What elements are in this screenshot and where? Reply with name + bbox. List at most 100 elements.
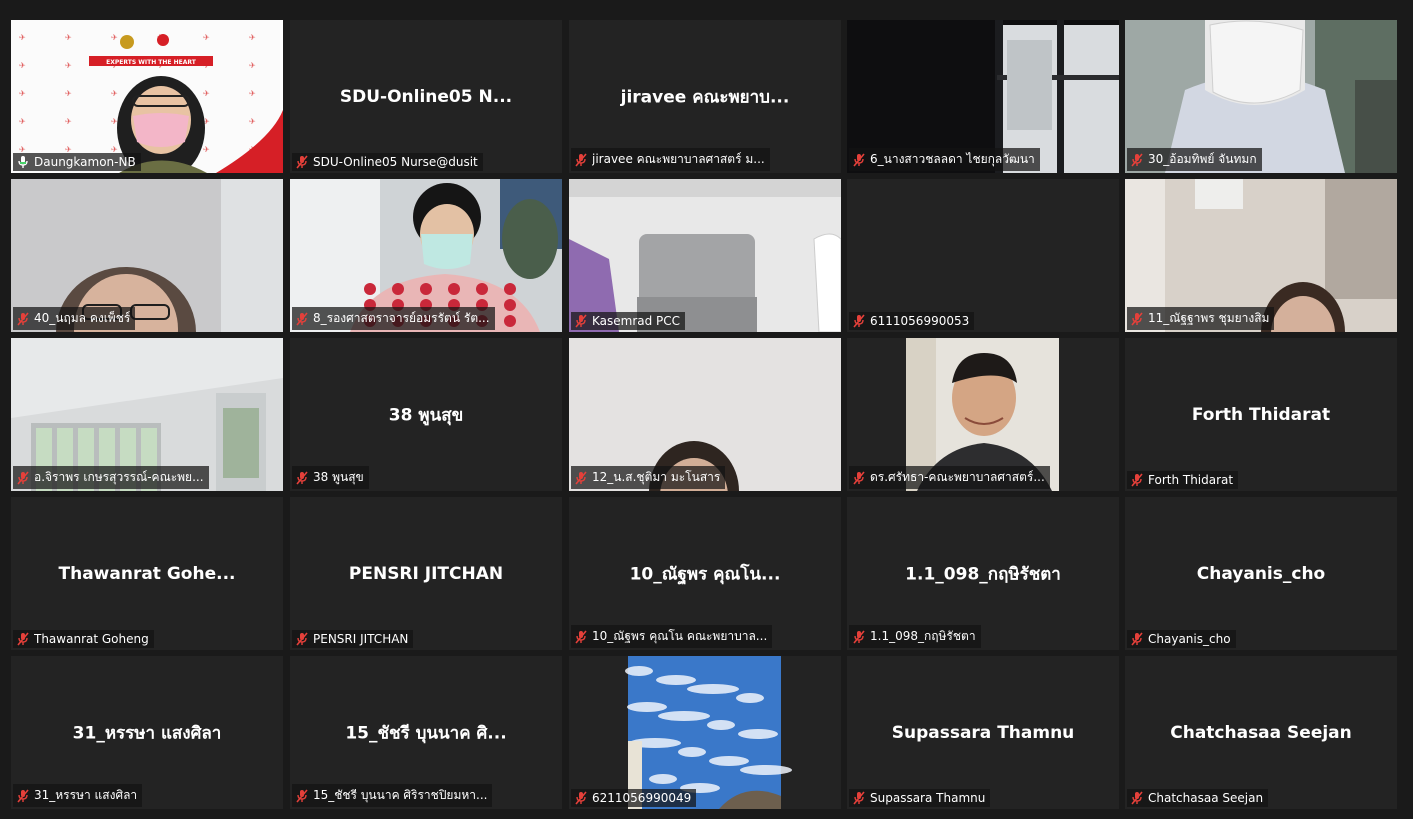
participant-display-name: Chatchasaa Seejan [1170,722,1352,743]
mic-muted-icon [296,155,308,169]
participant-display-name: Supassara Thamnu [891,722,1075,743]
participant-tile[interactable]: 6111056990053 [847,179,1119,332]
participant-video: ✈✈✈✈✈✈✈✈✈✈✈✈✈✈✈✈✈✈✈✈✈✈✈✈✈✈✈✈✈✈EXPERTS WI… [11,20,283,173]
participant-tile[interactable]: 12_น.ส.ชุติมา มะโนสาร [569,338,841,491]
participant-display-name: SDU-Online05 N... [339,86,513,107]
svg-text:✈: ✈ [65,117,72,126]
participant-name: Chayanis_cho [1148,632,1231,646]
participant-name-label: Forth Thidarat [1127,471,1239,489]
participant-display-name: PENSRI JITCHAN [348,563,504,584]
participant-tile[interactable]: Chatchasaa Seejan Chatchasaa Seejan [1125,656,1397,809]
participant-tile[interactable]: ✈✈✈✈✈✈✈✈✈✈✈✈✈✈✈✈✈✈✈✈✈✈✈✈✈✈✈✈✈✈EXPERTS WI… [11,20,283,173]
participant-tile[interactable]: 6_นางสาวชลลดา ไชยกุลวัฒนา [847,20,1119,173]
participant-tile[interactable]: Supassara Thamnu Supassara Thamnu [847,656,1119,809]
participant-name-label: Daungkamon-NB [13,153,141,171]
participant-name: 6211056990049 [592,791,692,805]
participant-name-label: 38 พูนสุข [292,466,369,489]
participant-name-label: Kasemrad PCC [571,312,686,330]
participant-name-label: 6211056990049 [571,789,697,807]
participant-name: Supassara Thamnu [870,791,986,805]
participant-display-name: 15_ชัชรี บุนนาค ศิ... [345,723,507,743]
participant-tile[interactable]: 6211056990049 [569,656,841,809]
participant-name: 1.1_098_กฤษิรัชตา [870,629,976,643]
participant-tile[interactable]: SDU-Online05 N... SDU-Online05 Nurse@dusi… [290,20,562,173]
participant-display-name: jiravee คณะพยาบ... [620,87,790,107]
participant-tile[interactable]: อ.จิราพร เกษรสุวรรณ์-คณะพย... [11,338,283,491]
participant-name: 6_นางสาวชลลดา ไชยกุลวัฒนา [870,152,1035,166]
svg-text:✈: ✈ [203,89,210,98]
participant-tile[interactable]: Chayanis_cho Chayanis_cho [1125,497,1397,650]
participant-tile[interactable]: PENSRI JITCHAN PENSRI JITCHAN [290,497,562,650]
participant-tile[interactable]: Forth Thidarat Forth Thidarat [1125,338,1397,491]
svg-text:✈: ✈ [19,61,26,70]
svg-text:✈: ✈ [249,61,256,70]
participant-name: PENSRI JITCHAN [313,632,409,646]
participant-name-label: 31_หรรษา แสงศิลา [13,784,143,807]
participant-display-name: Thawanrat Gohe... [58,563,236,584]
participant-tile[interactable]: 11_ณัฐฐาพร ชุมยางสิม [1125,179,1397,332]
participant-name-label: Supassara Thamnu [849,789,991,807]
participant-name-label: ดร.ศรัทธา-คณะพยาบาลศาสตร์... [849,466,1050,489]
mic-muted-icon [853,152,865,167]
mic-muted-icon [1131,152,1143,167]
participant-name: Kasemrad PCC [592,314,681,328]
participant-name-label: SDU-Online05 Nurse@dusit [292,153,483,171]
participant-name: SDU-Online05 Nurse@dusit [313,155,478,169]
participant-name: jiravee คณะพยาบาลศาสตร์ ม... [592,152,765,166]
participant-display-name: 38 พูนสุข [388,405,464,425]
mic-muted-icon [296,470,308,485]
participant-name-label: 15_ชัชรี บุนนาค ศิริราชปิยมหา... [292,784,493,807]
participant-tile[interactable]: 38 พูนสุข 38 พูนสุข [290,338,562,491]
mic-muted-icon [575,314,587,328]
svg-text:✈: ✈ [249,89,256,98]
mic-muted-icon [17,311,29,326]
mic-muted-icon [1131,632,1143,646]
participant-name: Daungkamon-NB [34,155,136,169]
mic-muted-icon [853,314,865,328]
mic-muted-icon [296,632,308,646]
participant-name: 6111056990053 [870,314,970,328]
mic-muted-icon [1131,791,1143,805]
participant-name: 10_ณัฐพร คุณโน คณะพยาบาล... [592,629,768,643]
participant-name: Thawanrat Goheng [34,632,149,646]
participant-name: Chatchasaa Seejan [1148,791,1264,805]
participant-name: 30_อ้อมทิพย์ จันทมก [1148,152,1257,166]
svg-text:✈: ✈ [19,89,26,98]
participant-name-label: 12_น.ส.ชุติมา มะโนสาร [571,466,726,489]
participant-name-label: 40_นฤมล คงเพ็ชร์ [13,307,136,330]
participant-tile[interactable]: 8_รองศาสตราจารย์อมรรัตน์ รัต... [290,179,562,332]
video-grid: ✈✈✈✈✈✈✈✈✈✈✈✈✈✈✈✈✈✈✈✈✈✈✈✈✈✈✈✈✈✈EXPERTS WI… [0,0,1413,819]
participant-tile[interactable]: Thawanrat Gohe... Thawanrat Goheng [11,497,283,650]
participant-name: ดร.ศรัทธา-คณะพยาบาลศาสตร์... [870,470,1045,484]
participant-name: 15_ชัชรี บุนนาค ศิริราชปิยมหา... [313,788,488,802]
svg-text:✈: ✈ [111,33,118,42]
participant-name: 40_นฤมล คงเพ็ชร์ [34,311,131,325]
svg-text:EXPERTS WITH THE HEART: EXPERTS WITH THE HEART [106,59,197,66]
participant-tile[interactable]: jiravee คณะพยาบ... jiravee คณะพยาบาลศาสตร… [569,20,841,173]
participant-display-name: 1.1_098_กฤษิรัชตา [905,564,1061,584]
participant-tile[interactable]: Kasemrad PCC [569,179,841,332]
mic-muted-icon [17,632,29,646]
participant-name-label: jiravee คณะพยาบาลศาสตร์ ม... [571,148,770,171]
mic-muted-icon [1131,311,1143,326]
participant-tile[interactable]: 15_ชัชรี บุนนาค ศิ... 15_ชัชรี บุนนาค ศิร… [290,656,562,809]
svg-text:✈: ✈ [249,33,256,42]
participant-name-label: อ.จิราพร เกษรสุวรรณ์-คณะพย... [13,466,209,489]
participant-tile[interactable]: 31_หรรษา แสงศิลา 31_หรรษา แสงศิลา [11,656,283,809]
mic-muted-icon [17,470,29,485]
participant-display-name: Chayanis_cho [1196,563,1326,584]
participant-video [569,179,841,332]
participant-tile[interactable]: ดร.ศรัทธา-คณะพยาบาลศาสตร์... [847,338,1119,491]
svg-text:✈: ✈ [65,89,72,98]
mic-muted-icon [17,788,29,803]
mic-muted-icon [853,629,865,644]
participant-tile[interactable]: 40_นฤมล คงเพ็ชร์ [11,179,283,332]
participant-name-label: 6_นางสาวชลลดา ไชยกุลวัฒนา [849,148,1040,171]
participant-tile[interactable]: 1.1_098_กฤษิรัชตา 1.1_098_กฤษิรัชตา [847,497,1119,650]
participant-name-label: Chayanis_cho [1127,630,1236,648]
participant-tile[interactable]: 30_อ้อมทิพย์ จันทมก [1125,20,1397,173]
svg-text:✈: ✈ [249,117,256,126]
participant-tile[interactable]: 10_ณัฐพร คุณโน... 10_ณัฐพร คุณโน คณะพยาบา… [569,497,841,650]
mic-muted-icon [575,470,587,485]
participant-name: 31_หรรษา แสงศิลา [34,788,138,802]
